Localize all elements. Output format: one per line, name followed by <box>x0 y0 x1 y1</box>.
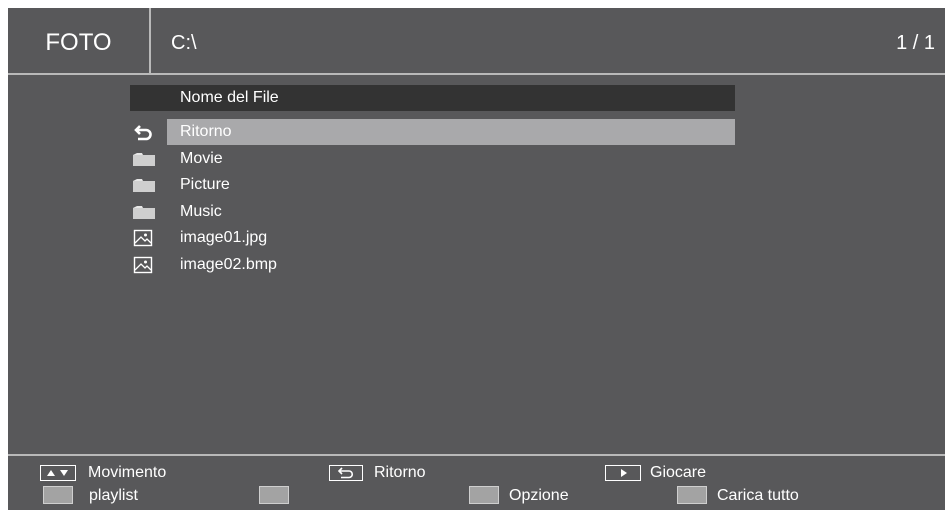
list-item-label: Picture <box>180 176 230 193</box>
red-color-key-icon <box>43 486 73 504</box>
green-color-key-icon <box>259 486 289 504</box>
list-item-label: Ritorno <box>180 123 232 140</box>
header-separator <box>8 73 945 75</box>
list-item-folder[interactable]: Movie <box>130 146 735 173</box>
file-list-column-header: Nome del File <box>130 85 735 111</box>
footer-load-all-label: Carica tutto <box>717 487 799 504</box>
return-icon <box>132 122 156 142</box>
header-bar: FOTO C:\ 1 / 1 <box>8 8 945 73</box>
selection-highlight <box>167 119 735 145</box>
list-item-file[interactable]: image01.jpg <box>130 225 735 252</box>
image-file-icon <box>132 228 156 248</box>
footer-playlist-label: playlist <box>89 487 138 504</box>
footer-return-label: Ritorno <box>374 464 426 481</box>
list-item-return[interactable]: Ritorno <box>130 119 735 146</box>
folder-icon <box>132 175 156 195</box>
return-key-icon <box>329 465 363 481</box>
blue-color-key-icon <box>677 486 707 504</box>
folder-icon <box>132 149 156 169</box>
list-item-label: Movie <box>180 149 223 167</box>
folder-icon <box>132 202 156 222</box>
footer-play-label: Giocare <box>650 464 707 481</box>
media-browser-screen: FOTO C:\ 1 / 1 Nome del File Ritorno Mov… <box>8 8 945 510</box>
current-path: C:\ <box>171 32 197 54</box>
up-down-key-icon <box>40 465 76 481</box>
list-item-folder[interactable]: Music <box>130 199 735 226</box>
file-list: Ritorno Movie Picture Music image01.jpg … <box>130 119 735 278</box>
page-title: FOTO <box>45 29 112 56</box>
footer-option-label: Opzione <box>509 487 569 504</box>
yellow-color-key-icon <box>469 486 499 504</box>
list-item-folder[interactable]: Picture <box>130 172 735 199</box>
footer-move-label: Movimento <box>88 464 167 481</box>
list-item-label: image01.jpg <box>180 229 268 246</box>
play-key-icon <box>605 465 641 481</box>
list-item-label: Music <box>180 202 222 220</box>
list-item-file[interactable]: image02.bmp <box>130 252 735 279</box>
footer-separator <box>8 454 945 456</box>
image-file-icon <box>132 255 156 275</box>
page-indicator: 1 / 1 <box>896 32 935 54</box>
list-item-label: image02.bmp <box>180 255 277 273</box>
column-header-label: Nome del File <box>180 89 279 106</box>
header-divider <box>149 8 151 73</box>
